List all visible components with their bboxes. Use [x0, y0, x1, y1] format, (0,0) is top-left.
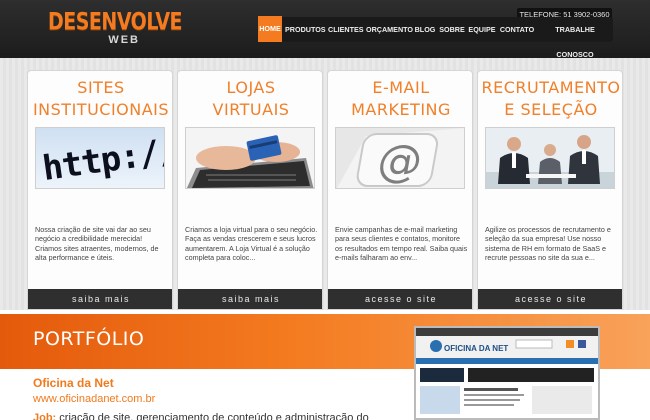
portfolio-section: PORTFÓLIO Oficina da Net www.oficinadane… — [0, 310, 650, 420]
job-text: criação de site, gerenciamento de conteú… — [56, 412, 369, 420]
credit-card-image — [185, 127, 315, 189]
portfolio-client-url[interactable]: www.oficinadanet.com.br — [33, 393, 155, 405]
nav-item-clientes[interactable]: CLIENTES — [328, 17, 364, 42]
service-card-lojas: LOJAS VIRTUAIS Criamos a loja virtual pa… — [177, 70, 323, 310]
logo[interactable]: DESENVOLVE WEB — [48, 8, 183, 48]
service-card-email: E-MAIL MARKETING @ Envie campanhas de e-… — [327, 70, 473, 310]
logo-text: DESENVOLVE — [48, 8, 183, 36]
service-card-recrutamento: RECRUTAMENTO E SELEÇÃO Agilize os proces… — [477, 70, 623, 310]
site-header: DESENVOLVE WEB TELEFONE: 51 3902-0360 HO… — [0, 0, 650, 59]
card-title: LOJAS VIRTUAIS — [212, 78, 290, 119]
card-description: Envie campanhas de e-mail marketing para… — [335, 225, 468, 262]
nav-item-produtos[interactable]: PRODUTOS — [285, 17, 326, 42]
nav-item-orcamento[interactable]: ORÇAMENTO — [366, 17, 413, 42]
svg-text:@: @ — [374, 136, 427, 187]
acesse-o-site-button[interactable]: acesse o site — [478, 289, 622, 309]
card-title: SITES INSTITUCIONAIS — [32, 78, 170, 119]
acesse-o-site-button[interactable]: acesse o site — [328, 289, 472, 309]
http-image: http:// — [35, 127, 165, 189]
main-nav: HOME PRODUTOS CLIENTES ORÇAMENTO BLOG SO… — [258, 16, 613, 59]
nav-item-sobre[interactable]: SOBRE — [439, 17, 465, 42]
job-label: Job: — [33, 412, 57, 420]
portfolio-client-name[interactable]: Oficina da Net — [33, 376, 114, 390]
card-description: Criamos a loja virtual para o seu negóci… — [185, 225, 318, 262]
saiba-mais-button[interactable]: saiba mais — [178, 289, 322, 309]
at-sign-image: @ — [335, 127, 465, 189]
card-title: E-MAIL MARKETING — [351, 78, 451, 119]
nav-item-equipe[interactable]: EQUIPE — [468, 17, 496, 42]
nav-item-blog[interactable]: BLOG — [414, 17, 436, 42]
portfolio-job-description: Job: criação de site, gerenciamento de c… — [33, 412, 393, 420]
nav-item-home[interactable]: HOME — [258, 16, 282, 42]
portfolio-title: PORTFÓLIO — [33, 328, 145, 350]
screenshot-site-name: OFICINA DA NET — [444, 344, 508, 353]
nav-item-trabalhe-conosco[interactable]: TRABALHE CONOSCO — [538, 17, 612, 59]
portfolio-screenshot[interactable]: OFICINA DA NET — [414, 326, 600, 420]
service-card-sites: SITES INSTITUCIONAIS http:// Nossa criaç… — [27, 70, 173, 310]
card-title: RECRUTAMENTO E SELEÇÃO — [481, 78, 621, 119]
card-description: Agilize os processos de recrutamento e s… — [485, 225, 611, 262]
nav-item-contato[interactable]: CONTATO — [499, 17, 535, 42]
business-meeting-image — [485, 127, 615, 189]
logo-subtext: WEB — [108, 34, 140, 46]
saiba-mais-button[interactable]: saiba mais — [28, 289, 172, 309]
card-description: Nossa criação de site vai dar ao seu neg… — [35, 225, 159, 262]
